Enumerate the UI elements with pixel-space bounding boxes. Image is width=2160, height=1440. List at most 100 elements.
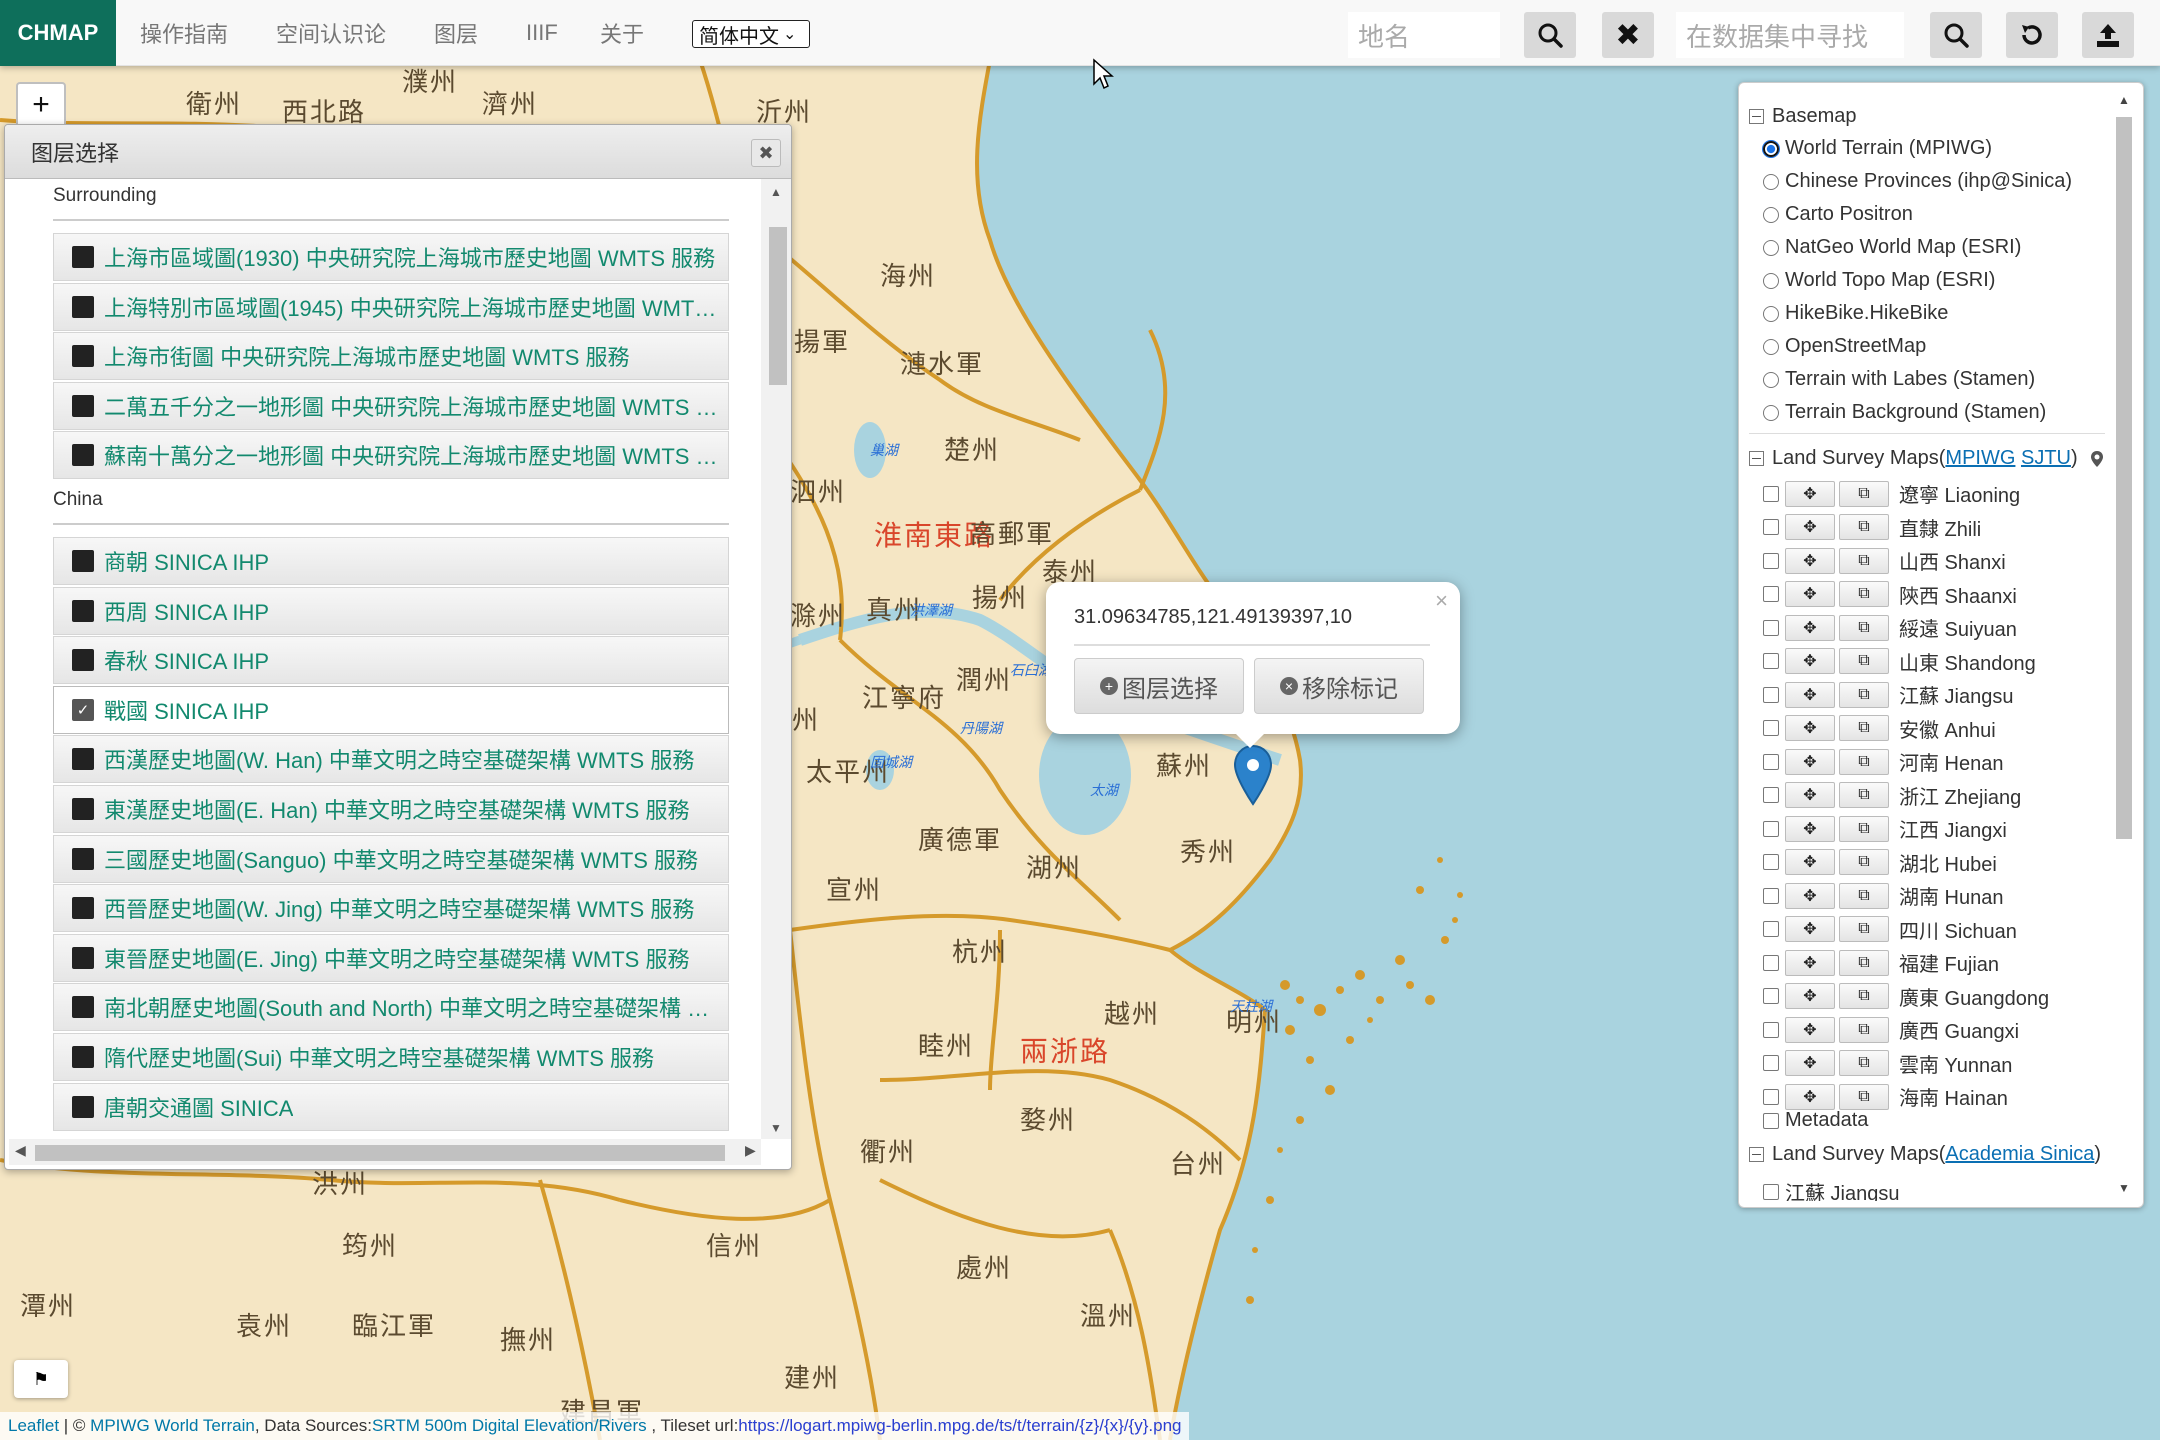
radio-icon[interactable] bbox=[1763, 206, 1779, 223]
province-row[interactable]: ✥ ⧉ 綏遠 Suiyuan bbox=[1763, 613, 2017, 642]
radio-icon[interactable] bbox=[1763, 272, 1779, 289]
province-row[interactable]: ✥ ⧉ 山東 Shandong bbox=[1763, 647, 2036, 676]
zoom-in-button[interactable]: + bbox=[16, 82, 66, 128]
province-checkbox[interactable] bbox=[1763, 954, 1779, 971]
province-row[interactable]: ✥ ⧉ 海南 Hainan bbox=[1763, 1082, 2008, 1111]
province-row[interactable]: ✥ ⧉ 湖南 Hunan bbox=[1763, 881, 2004, 910]
nav-spatial-epistemology[interactable]: 空间认识论 bbox=[276, 0, 386, 66]
province-checkbox[interactable] bbox=[1763, 619, 1779, 636]
scroll-left-icon[interactable]: ◀ bbox=[15, 1142, 26, 1159]
province-row[interactable]: ✥ ⧉ 浙江 Zhejiang bbox=[1763, 781, 2021, 810]
province-checkbox[interactable] bbox=[1763, 820, 1779, 837]
layer-row[interactable]: 上海市區域圖(1930) 中央研究院上海城市歷史地圖 WMTS 服務 bbox=[53, 233, 729, 281]
popup-layer-select-button[interactable]: + 图层选择 bbox=[1074, 658, 1244, 714]
copy-icon[interactable]: ⧉ bbox=[1839, 581, 1889, 607]
sjtu-link[interactable]: SJTU bbox=[2021, 447, 2071, 470]
scroll-down-icon[interactable]: ▼ bbox=[770, 1121, 782, 1135]
collapse-icon[interactable] bbox=[1749, 451, 1764, 466]
upload-button[interactable] bbox=[2082, 12, 2134, 58]
sinica-jiangsu-row[interactable]: 江蘇 Jiangsu bbox=[1763, 1177, 1900, 1201]
land-survey-sinica-group-header[interactable]: Land Survey Maps( Academia Sinica ) bbox=[1749, 1143, 2101, 1166]
copy-icon[interactable]: ⧉ bbox=[1839, 1083, 1889, 1110]
province-checkbox[interactable] bbox=[1763, 720, 1779, 736]
province-row[interactable]: ✥ ⧉ 四川 Sichuan bbox=[1763, 915, 2017, 944]
leaflet-link[interactable]: Leaflet bbox=[8, 1416, 59, 1436]
province-checkbox[interactable] bbox=[1763, 1055, 1779, 1071]
province-checkbox[interactable] bbox=[1763, 787, 1779, 803]
move-icon[interactable]: ✥ bbox=[1785, 748, 1835, 775]
srtm-link[interactable]: SRTM 500m Digital Elevation/Rivers bbox=[372, 1416, 647, 1436]
move-icon[interactable]: ✥ bbox=[1785, 782, 1835, 808]
basemap-option[interactable]: OpenStreetMap bbox=[1763, 335, 1926, 358]
checkbox-icon[interactable] bbox=[72, 748, 94, 771]
brand-logo[interactable]: CHMAP bbox=[0, 0, 116, 66]
checkbox-icon[interactable] bbox=[72, 394, 94, 417]
metadata-checkbox[interactable] bbox=[1763, 1112, 1779, 1129]
province-row[interactable]: ✥ ⧉ 山西 Shanxi bbox=[1763, 546, 2006, 575]
mpiwg-terrain-link[interactable]: MPIWG World Terrain bbox=[90, 1416, 255, 1436]
province-checkbox[interactable] bbox=[1763, 653, 1779, 669]
scrollbar-thumb[interactable] bbox=[769, 227, 787, 385]
checkbox-icon[interactable] bbox=[72, 550, 94, 572]
checkbox-icon[interactable] bbox=[72, 996, 94, 1019]
checkbox-icon[interactable] bbox=[72, 295, 94, 318]
move-icon[interactable]: ✥ bbox=[1785, 983, 1835, 1009]
mpiwg-link[interactable]: MPIWG bbox=[1945, 447, 2015, 470]
layer-row[interactable]: 西漢歷史地圖(W. Han) 中華文明之時空基礎架構 WMTS 服務 bbox=[53, 735, 729, 784]
layer-row[interactable]: 蘇南十萬分之一地形圖 中央研究院上海城市歷史地圖 WMTS 服務 bbox=[53, 431, 729, 480]
layer-row[interactable]: 隋代歷史地圖(Sui) 中華文明之時空基礎架構 WMTS 服務 bbox=[53, 1033, 729, 1081]
province-row[interactable]: ✥ ⧉ 湖北 Hubei bbox=[1763, 848, 1997, 877]
checkbox-icon[interactable] bbox=[72, 1046, 94, 1068]
scroll-up-icon[interactable]: ▲ bbox=[770, 185, 782, 199]
place-search-input[interactable]: 地名 bbox=[1348, 12, 1500, 58]
province-row[interactable]: ✥ ⧉ 安徽 Anhui bbox=[1763, 714, 1996, 743]
basemap-option[interactable]: Chinese Provinces (ihp@Sinica) bbox=[1763, 170, 2072, 193]
layer-row[interactable]: 東晉歷史地圖(E. Jing) 中華文明之時空基礎架構 WMTS 服務 bbox=[53, 933, 729, 982]
province-checkbox[interactable] bbox=[1763, 988, 1779, 1004]
checkbox-icon[interactable] bbox=[72, 897, 94, 920]
reset-button[interactable] bbox=[2006, 12, 2058, 58]
copy-icon[interactable]: ⧉ bbox=[1839, 916, 1889, 942]
province-checkbox[interactable] bbox=[1763, 485, 1779, 502]
move-icon[interactable]: ✥ bbox=[1785, 581, 1835, 607]
layer-select-close-button[interactable]: ✖ bbox=[751, 139, 781, 167]
checkbox-icon[interactable] bbox=[72, 246, 94, 268]
copy-icon[interactable]: ⧉ bbox=[1839, 681, 1889, 708]
layer-row[interactable]: 二萬五千分之一地形圖 中央研究院上海城市歷史地圖 WMTS 服務 bbox=[53, 381, 729, 430]
radio-icon[interactable] bbox=[1763, 338, 1779, 355]
basemap-option[interactable]: NatGeo World Map (ESRI) bbox=[1763, 236, 2021, 259]
province-row[interactable]: ✥ ⧉ 廣東 Guangdong bbox=[1763, 982, 2049, 1011]
layer-select-header[interactable]: 图层选择 bbox=[5, 125, 791, 179]
province-checkbox[interactable] bbox=[1763, 552, 1779, 569]
dataset-search-input[interactable]: 在数据集中寻找 bbox=[1676, 12, 1904, 58]
province-row[interactable]: ✥ ⧉ 直隸 Zhili bbox=[1763, 513, 1981, 542]
province-row[interactable]: ✥ ⧉ 廣西 Guangxi bbox=[1763, 1015, 2019, 1044]
radio-icon[interactable] bbox=[1763, 371, 1779, 388]
layer-row[interactable]: 唐朝交通圖 SINICA bbox=[53, 1082, 729, 1131]
province-row[interactable]: ✥ ⧉ 江西 Jiangxi bbox=[1763, 814, 2007, 843]
province-row[interactable]: ✥ ⧉ 雲南 Yunnan bbox=[1763, 1049, 2012, 1078]
checkbox-icon[interactable] bbox=[72, 599, 94, 622]
layer-row[interactable]: 西周 SINICA IHP bbox=[53, 586, 729, 635]
copy-icon[interactable]: ⧉ bbox=[1839, 882, 1889, 909]
province-checkbox[interactable] bbox=[1763, 887, 1779, 904]
scrollbar-thumb[interactable] bbox=[2116, 117, 2132, 839]
layer-row[interactable]: 西晉歷史地圖(W. Jing) 中華文明之時空基礎架構 WMTS 服務 bbox=[53, 884, 729, 933]
copy-icon[interactable]: ⧉ bbox=[1839, 547, 1889, 574]
basemap-option[interactable]: Carto Positron bbox=[1763, 203, 1913, 226]
move-icon[interactable]: ✥ bbox=[1785, 916, 1835, 942]
basemap-group-header[interactable]: Basemap bbox=[1749, 105, 1857, 128]
layer-list-hscrollbar[interactable]: ◀ ▶ bbox=[9, 1139, 761, 1165]
layer-row[interactable]: ✓ 戰國 SINICA IHP bbox=[53, 685, 729, 734]
checkbox-icon[interactable] bbox=[72, 1095, 94, 1118]
nav-guide[interactable]: 操作指南 bbox=[140, 0, 228, 66]
radio-selected-icon[interactable] bbox=[1763, 140, 1779, 157]
province-checkbox[interactable] bbox=[1763, 686, 1779, 703]
scroll-up-icon[interactable]: ▲ bbox=[2118, 93, 2130, 107]
checkbox-checked-icon[interactable]: ✓ bbox=[72, 698, 94, 721]
copy-icon[interactable]: ⧉ bbox=[1839, 748, 1889, 775]
province-checkbox[interactable] bbox=[1763, 586, 1779, 602]
layer-list-scrollbar[interactable]: ▲ ▼ bbox=[761, 179, 791, 1139]
province-checkbox[interactable] bbox=[1763, 921, 1779, 937]
checkbox-icon[interactable] bbox=[72, 649, 94, 672]
